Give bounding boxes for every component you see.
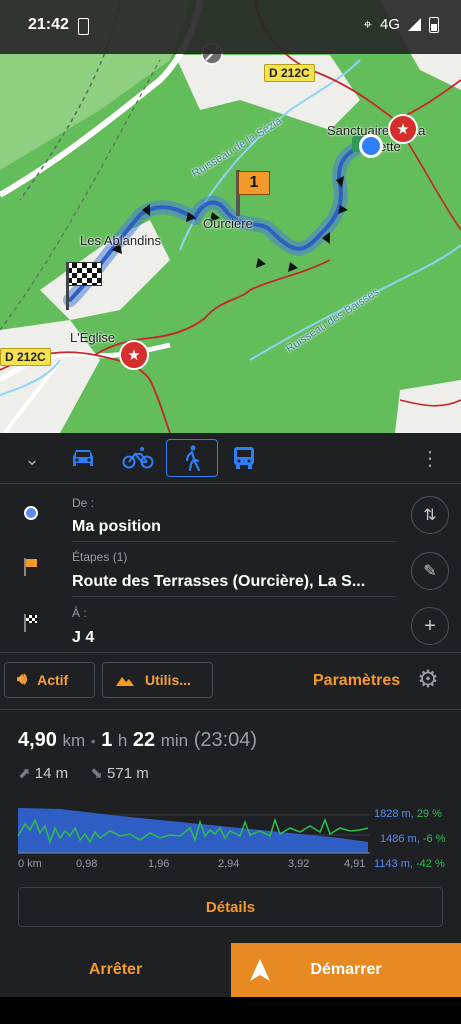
divider <box>72 596 396 597</box>
finish-flag-pole <box>66 262 69 310</box>
elevation-label-max: 1828 m, 29 % <box>374 808 442 820</box>
waypoint-flag-icon[interactable]: 1 <box>238 171 270 195</box>
more-options-icon[interactable]: ⋮ <box>420 445 440 473</box>
speaker-icon: 🔊︎ <box>17 671 28 688</box>
bus-icon <box>234 447 254 469</box>
status-bar: 21:42 ⌖ 4G <box>0 0 461 54</box>
slope-label: 29 % <box>416 808 442 820</box>
place-label: L'Église <box>70 330 116 345</box>
pedestrian-mode-button[interactable] <box>166 439 218 477</box>
elevation-summary: ⬈ 14 m ⬊ 571 m <box>18 764 149 782</box>
hours-unit: h <box>117 731 128 750</box>
hours-value: 1 <box>101 729 113 751</box>
from-label: De : <box>72 496 95 510</box>
status-icons: ⌖ 4G <box>364 16 439 33</box>
car-mode-button[interactable] <box>68 445 104 473</box>
status-time: 21:42 <box>28 16 69 33</box>
divider <box>0 709 461 710</box>
system-nav-bar <box>0 997 461 1024</box>
sound-label: Actif <box>37 672 69 688</box>
waypoint-flag-small-icon <box>22 557 40 577</box>
slope-label: -42 % <box>416 858 445 870</box>
divider <box>72 541 396 542</box>
axis-tick-label: 3,92 <box>288 858 310 870</box>
start-label: Démarrer <box>310 961 382 978</box>
network-label: 4G <box>379 16 400 33</box>
axis-tick-label: 2,94 <box>218 858 240 870</box>
terrain-label: Utilis... <box>145 672 191 688</box>
sound-toggle-button[interactable]: 🔊︎ Actif <box>4 662 95 698</box>
pencil-icon: ✎ <box>423 563 437 580</box>
road-label: D 212C <box>0 348 51 366</box>
elevation-label-mid: 1486 m, -6 % <box>380 833 445 845</box>
altitude-label: 1828 m, <box>374 808 414 820</box>
from-value[interactable]: Ma position <box>72 518 392 536</box>
place-label: Ourcière <box>203 216 253 231</box>
location-icon: ⌖ <box>363 16 372 33</box>
terrain-button[interactable]: Utilis... <box>102 662 213 698</box>
axis-ticks: 0 km 0,98 1,96 2,94 3,92 4,91 <box>18 858 378 872</box>
via-value[interactable]: Route des Terrasses (Ourcière), La S... <box>72 573 392 591</box>
distance-unit: km <box>62 731 86 750</box>
battery-icon <box>429 16 439 33</box>
car-icon <box>73 450 93 466</box>
finish-flag-small-icon <box>22 613 40 633</box>
gear-icon[interactable]: ⚙ <box>415 667 441 693</box>
chevron-down-icon[interactable]: ⌄ <box>20 447 44 471</box>
altitude-label: 1486 m, <box>380 833 420 845</box>
plus-icon: + <box>424 614 436 637</box>
place-label: Les Ablandins <box>80 233 161 248</box>
slope-label: -6 % <box>422 833 446 845</box>
distance-value: 4,90 <box>18 729 57 751</box>
route-panel: ⌄ ⋮ De : Ma position ⇅ Étapes (1) Route … <box>0 433 461 943</box>
to-label: À : <box>72 606 87 620</box>
edit-button[interactable]: ✎ <box>411 552 449 590</box>
finish-flag-icon[interactable] <box>66 262 102 286</box>
start-button[interactable]: Démarrer <box>231 943 461 997</box>
bicycle-icon <box>122 447 154 469</box>
my-location-icon[interactable] <box>359 134 383 158</box>
details-button[interactable]: Détails <box>18 887 443 927</box>
elevation-label-min: 1143 m, -42 % <box>374 858 445 870</box>
divider <box>0 483 461 484</box>
axis-tick-label: 0,98 <box>76 858 98 870</box>
descent-value: 571 m <box>107 765 149 782</box>
swap-button[interactable]: ⇅ <box>411 496 449 534</box>
minutes-unit: min <box>160 731 189 750</box>
road-label: D 212C <box>264 64 315 82</box>
parameters-button[interactable]: Paramètres <box>313 672 400 690</box>
pedestrian-icon <box>185 445 201 471</box>
start-point-icon <box>24 506 38 520</box>
bicycle-mode-button[interactable] <box>122 445 158 473</box>
ascent-icon: ⬈ <box>18 765 31 782</box>
altitude-label: 1143 m, <box>374 858 413 870</box>
swap-icon: ⇅ <box>423 507 437 524</box>
to-value[interactable]: J 4 <box>72 629 392 647</box>
bus-mode-button[interactable] <box>232 445 262 473</box>
mountain-icon <box>116 677 134 686</box>
divider <box>0 652 461 653</box>
ascent-value: 14 m <box>34 765 69 782</box>
signal-icon <box>408 18 421 31</box>
via-label: Étapes (1) <box>72 550 128 564</box>
bottom-action-bar: Arrêter Démarrer <box>0 943 461 997</box>
axis-tick-label: 1,96 <box>148 858 170 870</box>
axis-tick-label: 4,91 <box>344 858 366 870</box>
axis-tick-label: 0 km <box>18 858 42 870</box>
favorite-star-icon[interactable]: ★ <box>119 340 149 370</box>
descent-icon: ⬊ <box>90 765 103 782</box>
minutes-value: 22 <box>132 729 156 751</box>
favorite-star-icon[interactable]: ★ <box>388 114 418 144</box>
battery-saver-icon <box>78 18 89 35</box>
map-view[interactable]: D 212C D 212C Sanctuaire de La ette Ruis… <box>0 0 461 433</box>
route-summary: 4,90 km • 1 h 22 min (23:04) <box>18 729 258 751</box>
stop-button[interactable]: Arrêter <box>0 943 231 997</box>
arrival-time: (23:04) <box>193 729 258 751</box>
add-destination-button[interactable]: + <box>411 607 449 645</box>
